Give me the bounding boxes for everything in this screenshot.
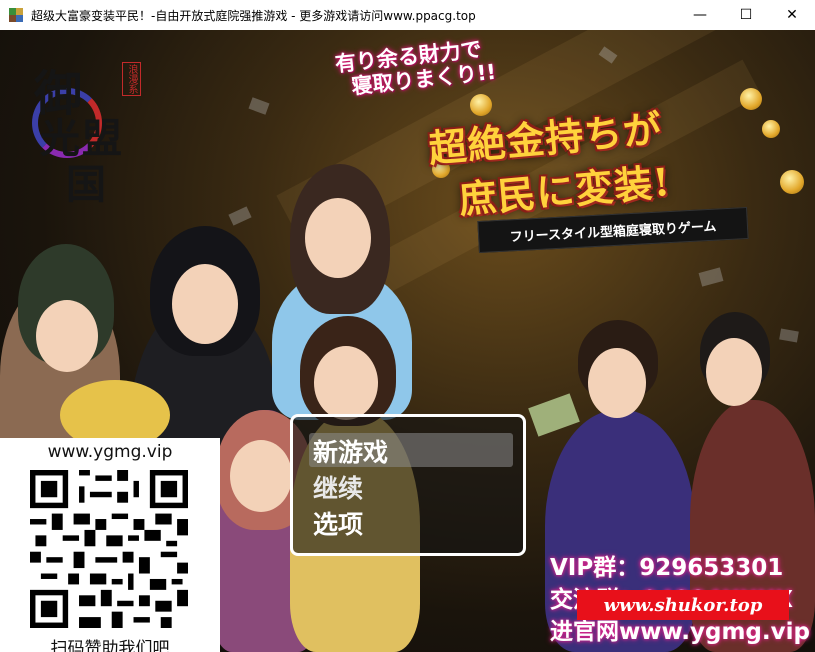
flying-bill [779,328,799,343]
flying-bill [228,206,252,226]
menu-continue[interactable]: 继续 [313,469,363,505]
subtitle-text: フリースタイル型箱庭寝取りゲーム [509,219,717,245]
close-icon: ✕ [786,7,798,23]
game-logo: 御 光 盟 国 浪漫系 [30,48,160,213]
window-titlebar: 超级大富豪变装平民！-自由开放式庭院强推游戏 - 更多游戏请访问www.ppac… [0,0,815,30]
game-canvas[interactable]: 御 光 盟 国 浪漫系 有り余る財力で 寝取りまくり!! 超絶金持ちが 庶民に変… [0,30,815,652]
minimize-icon: — [693,7,707,23]
maximize-button[interactable]: ☐ [723,0,769,30]
gold-coin [762,120,780,138]
shukor-banner-link[interactable]: www.shukor.top [577,590,789,620]
character-face [172,264,238,344]
gold-coin [740,88,762,110]
character-face [305,198,371,278]
character-face [230,440,292,512]
menu-new-game[interactable]: 新游戏 [313,433,388,469]
character-face [314,346,378,420]
window-controls: — ☐ ✕ [677,0,815,30]
app-icon [9,8,23,22]
character-face [588,348,646,418]
window-title: 超级大富豪变装平民！-自由开放式庭院强推游戏 - 更多游戏请访问www.ppac… [31,8,476,23]
qr-promo-panel: www.ygmg.vip 扫码赞助我们吧 [0,438,220,652]
character-face [36,300,98,372]
menu-options[interactable]: 选项 [313,505,363,541]
minimize-button[interactable]: — [677,0,723,30]
qr-caption: 扫码赞助我们吧 [50,639,170,652]
qr-code-icon[interactable] [22,470,196,628]
title-menu: 新游戏 继续 选项 [290,414,526,556]
flying-bill [248,97,270,115]
logo-char: 国 [66,161,106,208]
flying-bill [698,267,724,287]
vip-group-text: VIP群：929653301 [550,555,784,581]
maximize-icon: ☐ [739,7,753,23]
logo-tag: 浪漫系 [122,62,141,96]
gold-coin [780,170,804,194]
character-face [706,338,762,406]
close-button[interactable]: ✕ [769,0,815,30]
qr-url-text: www.ygmg.vip [47,442,173,462]
money-stack [528,393,580,437]
